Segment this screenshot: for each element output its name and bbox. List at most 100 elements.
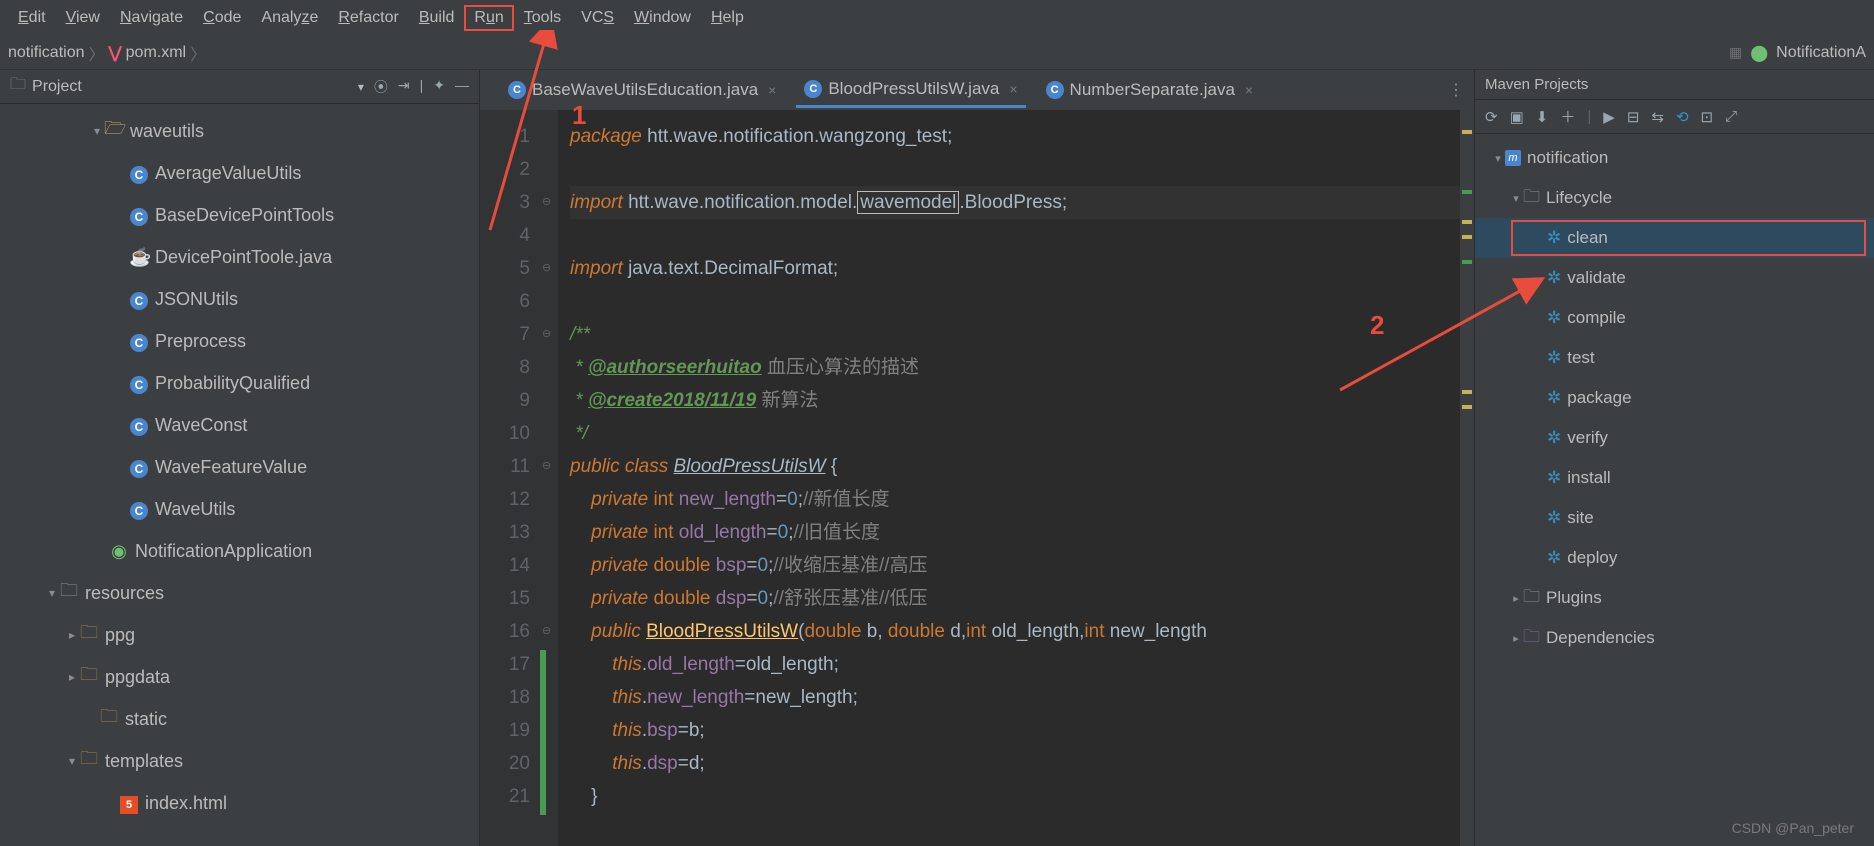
code-line[interactable]: this.dsp=d; (570, 747, 1460, 780)
menu-vcs[interactable]: VCS (571, 5, 624, 31)
code-line[interactable]: public BloodPressUtilsW(double b, double… (570, 615, 1460, 648)
code-line[interactable]: import java.text.DecimalFormat; (570, 252, 1460, 285)
maven-item-compile[interactable]: ✲compile (1475, 298, 1874, 338)
warning-marker[interactable] (1462, 130, 1472, 134)
caret-icon[interactable]: ▾ (1491, 152, 1505, 165)
tree-item-jsonutils[interactable]: CJSONUtils (0, 278, 479, 320)
breadcrumb-item[interactable]: pom.xml (126, 44, 186, 62)
warning-marker[interactable] (1462, 405, 1472, 409)
fold-icon[interactable]: ⊖ (542, 450, 551, 483)
execute-icon[interactable]: ⊟ (1627, 108, 1640, 126)
tree-item-waveutils[interactable]: ▾🗁waveutils (0, 110, 479, 152)
menu-build[interactable]: Build (409, 5, 465, 31)
tree-item-templates[interactable]: ▾🗀templates (0, 740, 479, 782)
generate-sources-icon[interactable]: ▣ (1510, 108, 1524, 126)
close-icon[interactable]: × (1245, 82, 1253, 98)
code-line[interactable]: import htt.wave.notification.model.wavem… (570, 186, 1460, 219)
tree-item-preprocess[interactable]: CPreprocess (0, 320, 479, 362)
maven-item-install[interactable]: ✲install (1475, 458, 1874, 498)
caret-icon[interactable]: ▸ (1509, 632, 1523, 645)
menu-tools[interactable]: Tools (514, 5, 571, 31)
tab-overflow-icon[interactable]: ⋮ (1448, 80, 1464, 100)
maven-panel-title[interactable]: Maven Projects (1475, 70, 1874, 100)
hide-icon[interactable]: — (455, 77, 469, 97)
download-icon[interactable]: ⬇ (1536, 108, 1549, 126)
maven-tree[interactable]: ▾mnotification▾🗀Lifecycle✲clean✲validate… (1475, 134, 1874, 846)
maven-item-plugins[interactable]: ▸🗀Plugins (1475, 578, 1874, 618)
tree-item-waveconst[interactable]: CWaveConst (0, 404, 479, 446)
code-line[interactable]: private double bsp=0;//收缩压基准//高压 (570, 549, 1460, 582)
code-content[interactable]: package htt.wave.notification.wangzong_t… (558, 110, 1460, 846)
code-line[interactable] (570, 285, 1460, 318)
code-line[interactable]: */ (570, 417, 1460, 450)
editor-tab[interactable]: CBloodPressUtilsW.java× (796, 73, 1025, 108)
code-line[interactable]: this.old_length=old_length; (570, 648, 1460, 681)
tree-item-probabilityqualified[interactable]: CProbabilityQualified (0, 362, 479, 404)
run-config-icon[interactable]: ⬤ (1750, 43, 1768, 63)
run-icon[interactable]: ▶ (1603, 108, 1615, 126)
maven-item-clean[interactable]: ✲clean (1475, 218, 1874, 258)
tree-item-waveutils[interactable]: CWaveUtils (0, 488, 479, 530)
code-line[interactable]: /** (570, 318, 1460, 351)
toggle-skip-tests-icon[interactable]: ⇆ (1651, 108, 1664, 126)
ok-marker[interactable] (1462, 190, 1472, 194)
maven-item-dependencies[interactable]: ▸🗀Dependencies (1475, 618, 1874, 658)
caret-icon[interactable]: ▸ (1509, 592, 1523, 605)
tree-item-devicepointtoole-java[interactable]: ☕DevicePointToole.java (0, 236, 479, 278)
ok-marker[interactable] (1462, 260, 1472, 264)
caret-icon[interactable]: ▾ (45, 586, 59, 600)
menu-edit[interactable]: Edit (8, 5, 56, 31)
tree-item-basedevicepointtools[interactable]: CBaseDevicePointTools (0, 194, 479, 236)
run-config-name[interactable]: NotificationA (1776, 44, 1866, 62)
code-line[interactable]: public class BloodPressUtilsW { (570, 450, 1460, 483)
code-line[interactable]: * @create2018/11/19 新算法 (570, 384, 1460, 417)
menu-help[interactable]: Help (701, 5, 754, 31)
project-tree[interactable]: ▾🗁waveutilsCAverageValueUtilsCBaseDevice… (0, 104, 479, 846)
code-line[interactable]: this.bsp=b; (570, 714, 1460, 747)
editor-tab[interactable]: CNumberSeparate.java× (1038, 74, 1262, 106)
caret-icon[interactable]: ▸ (65, 670, 79, 684)
fold-icon[interactable]: ⊖ (542, 252, 551, 285)
maven-item-deploy[interactable]: ✲deploy (1475, 538, 1874, 578)
maven-item-package[interactable]: ✲package (1475, 378, 1874, 418)
warning-marker[interactable] (1462, 220, 1472, 224)
show-dependencies-icon[interactable]: ⟲ (1676, 108, 1689, 126)
breadcrumb-item[interactable]: notification (8, 44, 85, 62)
project-panel-title[interactable]: Project (32, 78, 358, 96)
close-icon[interactable]: × (1009, 81, 1017, 97)
caret-icon[interactable]: ▾ (90, 124, 104, 138)
code-line[interactable]: this.new_length=new_length; (570, 681, 1460, 714)
code-line[interactable]: package htt.wave.notification.wangzong_t… (570, 120, 1460, 153)
menu-refactor[interactable]: Refactor (328, 5, 408, 31)
code-line[interactable]: } (570, 780, 1460, 813)
caret-icon[interactable]: ▾ (1509, 192, 1523, 205)
tree-item-averagevalueutils[interactable]: CAverageValueUtils (0, 152, 479, 194)
menu-navigate[interactable]: Navigate (110, 5, 193, 31)
caret-icon[interactable]: ▸ (65, 628, 79, 642)
tree-item-resources[interactable]: ▾🗀resources (0, 572, 479, 614)
warning-marker[interactable] (1462, 235, 1472, 239)
code-line[interactable]: private int new_length=0;//新值长度 (570, 483, 1460, 516)
grid-icon[interactable]: ▦ (1729, 44, 1742, 61)
maven-item-site[interactable]: ✲site (1475, 498, 1874, 538)
code-editor[interactable]: 123456789101112131415161718192021 ⊖⊖⊖⊖⊖ … (480, 110, 1474, 846)
maven-item-test[interactable]: ✲test (1475, 338, 1874, 378)
menu-window[interactable]: Window (624, 5, 701, 31)
menu-view[interactable]: View (56, 5, 110, 31)
maven-item-notification[interactable]: ▾mnotification (1475, 138, 1874, 178)
code-line[interactable] (570, 153, 1460, 186)
collapse-all-icon[interactable]: ⊡ (1701, 108, 1714, 126)
tree-item-index-html[interactable]: 5index.html (0, 782, 479, 824)
maven-settings-icon[interactable]: ⤢ (1725, 108, 1737, 125)
error-stripe[interactable] (1460, 110, 1474, 846)
maven-item-verify[interactable]: ✲verify (1475, 418, 1874, 458)
add-icon[interactable]: ＋ (1560, 106, 1575, 127)
collapse-icon[interactable]: ⇥ (398, 77, 410, 97)
tree-item-notificationapplication[interactable]: ◉NotificationApplication (0, 530, 479, 572)
tree-item-ppgdata[interactable]: ▸🗀ppgdata (0, 656, 479, 698)
tree-item-wavefeaturevalue[interactable]: CWaveFeatureValue (0, 446, 479, 488)
editor-tab[interactable]: CBaseWaveUtilsEducation.java× (500, 74, 784, 106)
fold-icon[interactable]: ⊖ (542, 318, 551, 351)
fold-icon[interactable]: ⊖ (542, 615, 551, 648)
menu-run[interactable]: Run (464, 5, 513, 31)
